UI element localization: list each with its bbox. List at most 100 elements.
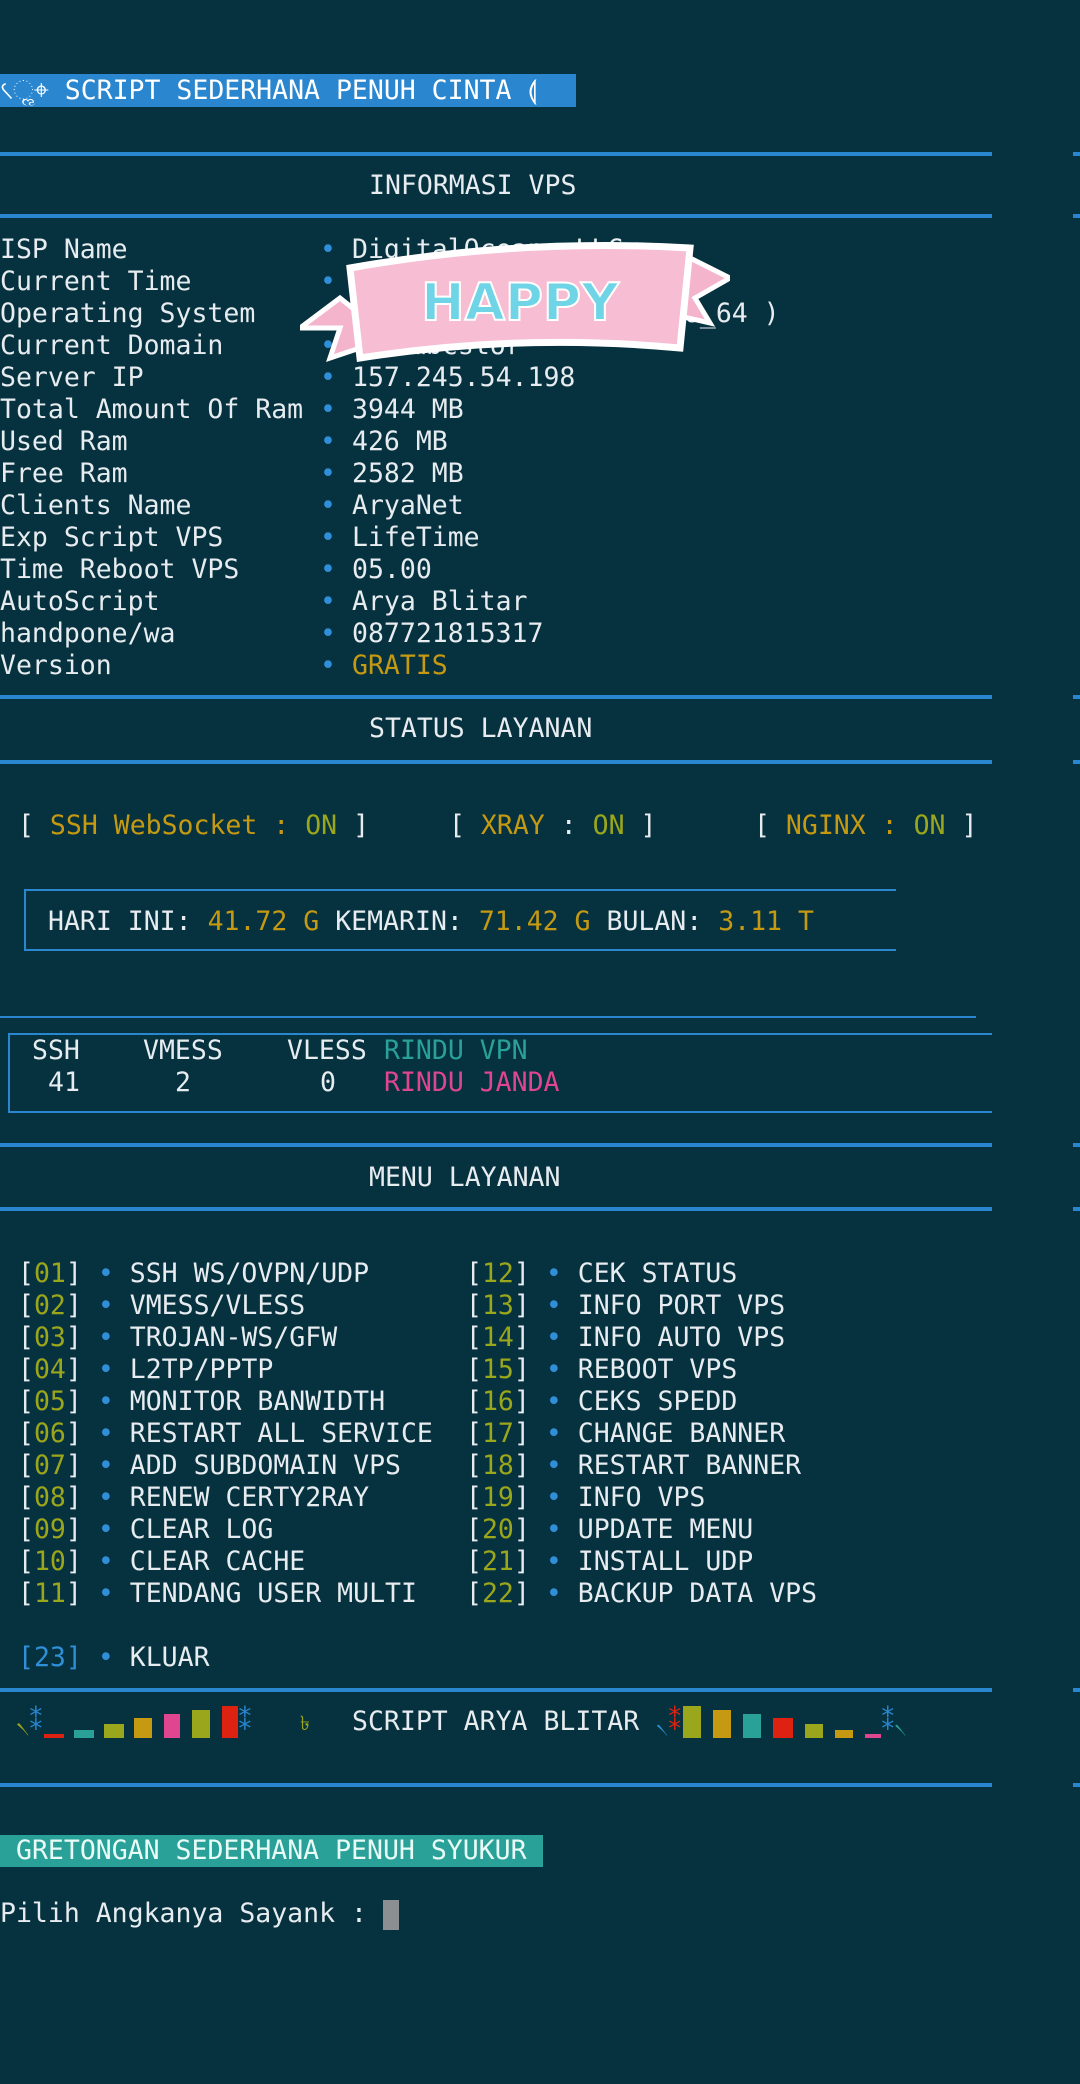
menu-item-number: 11	[33, 1578, 66, 1609]
divider	[0, 695, 992, 699]
divider	[0, 1143, 992, 1147]
bullet-icon: •	[545, 1450, 562, 1481]
menu-item[interactable]: [17] • CHANGE BANNER	[466, 1418, 785, 1450]
service-nginx-status: [ NGINX : ON ]	[754, 810, 978, 841]
bullet-icon: •	[545, 1258, 562, 1289]
menu-item-label: RESTART BANNER	[577, 1450, 802, 1481]
service-xray-status: [ XRAY : ON ]	[449, 810, 657, 841]
bullet-icon: •	[545, 1290, 562, 1321]
menu-item[interactable]: [22] • BACKUP DATA VPS	[466, 1578, 817, 1610]
menu-item-label: TENDANG USER MULTI	[129, 1578, 417, 1609]
equalizer-left-icon: ৲⁑ ⁑	[16, 1706, 252, 1738]
divider	[1073, 695, 1080, 699]
menu-item[interactable]: [05] • MONITOR BANWIDTH	[18, 1386, 385, 1418]
divider	[0, 760, 992, 764]
account-tag-janda: RINDU JANDA	[384, 1067, 560, 1098]
info-value: LifeTime	[352, 522, 480, 553]
bullet-icon: •	[545, 1322, 562, 1353]
menu-item-number: 16	[481, 1386, 514, 1417]
menu-item-number: 06	[33, 1418, 66, 1449]
menu-item-number: 10	[33, 1546, 66, 1577]
menu-item-label: SSH WS/OVPN/UDP	[129, 1258, 370, 1289]
menu-item-number: 08	[33, 1482, 66, 1513]
section-title-menu: MENU LAYANAN	[369, 1162, 561, 1193]
menu-item-label: RENEW CERTY2RAY	[129, 1482, 370, 1513]
menu-item-label: REBOOT VPS	[577, 1354, 738, 1385]
info-label: ISP Name	[0, 234, 128, 265]
menu-item[interactable]: [10] • CLEAR CACHE	[18, 1546, 305, 1578]
bullet-icon: •	[320, 522, 336, 553]
divider	[0, 152, 992, 156]
bullet-icon: •	[320, 650, 336, 681]
menu-item[interactable]: [11] • TENDANG USER MULTI	[18, 1578, 417, 1610]
divider	[1073, 214, 1080, 218]
info-value: 087721815317	[352, 618, 544, 649]
info-label: Used Ram	[0, 426, 128, 457]
bullet-icon: •	[97, 1258, 114, 1289]
menu-item[interactable]: [13] • INFO PORT VPS	[466, 1290, 785, 1322]
banner-title: SCRIPT SEDERHANA PENUH CINTA	[64, 75, 512, 106]
account-header-vless: VLESS	[287, 1035, 367, 1066]
menu-item[interactable]: [12] • CEK STATUS	[466, 1258, 737, 1290]
info-label: AutoScript	[0, 586, 160, 617]
info-label: Free Ram	[0, 458, 128, 489]
info-value: 05.00	[352, 554, 432, 585]
bullet-icon: •	[545, 1514, 562, 1545]
divider	[1073, 760, 1080, 764]
divider	[1073, 1143, 1080, 1147]
bullet-icon: •	[97, 1482, 114, 1513]
footer-banner: GRETONGAN SEDERHANA PENUH SYUKUR	[0, 1835, 543, 1867]
menu-item-label: INFO VPS	[577, 1482, 706, 1513]
bullet-icon: •	[320, 554, 336, 585]
section-title-info: INFORMASI VPS	[369, 170, 577, 201]
info-label: handpone/wa	[0, 618, 176, 649]
menu-item[interactable]: [01] • SSH WS/OVPN/UDP	[18, 1258, 369, 1290]
bullet-icon: •	[545, 1354, 562, 1385]
divider	[1073, 1207, 1080, 1211]
menu-item-number: 09	[33, 1514, 66, 1545]
menu-item[interactable]: [18] • RESTART BANNER	[466, 1450, 801, 1482]
bullet-icon: •	[545, 1482, 562, 1513]
menu-item-label: CEK STATUS	[577, 1258, 738, 1289]
menu-item[interactable]: [20] • UPDATE MENU	[466, 1514, 753, 1546]
menu-item[interactable]: [06] • RESTART ALL SERVICE	[18, 1418, 433, 1450]
menu-item[interactable]: [07] • ADD SUBDOMAIN VPS	[18, 1450, 401, 1482]
service-ssh-status: [ SSH WebSocket : ON ]	[18, 810, 370, 841]
menu-item-label: INFO AUTO VPS	[577, 1322, 786, 1353]
account-count-vmess: 2	[175, 1067, 191, 1098]
menu-item[interactable]: [19] • INFO VPS	[466, 1482, 705, 1514]
menu-item-label: RESTART ALL SERVICE	[129, 1418, 433, 1449]
bullet-icon: •	[97, 1290, 114, 1321]
menu-item-label: CHANGE BANNER	[577, 1418, 786, 1449]
divider	[0, 1688, 992, 1692]
info-label: Current Time	[0, 266, 192, 297]
menu-item[interactable]: [14] • INFO AUTO VPS	[466, 1322, 785, 1354]
divider	[0, 1016, 976, 1018]
menu-item-number: 18	[481, 1450, 514, 1481]
divider	[1073, 1783, 1080, 1787]
menu-item[interactable]: [16] • CEKS SPEDD	[466, 1386, 737, 1418]
menu-item[interactable]: [09] • CLEAR LOG	[18, 1514, 273, 1546]
info-value: GRATIS	[352, 650, 448, 681]
menu-item-label: MONITOR BANWIDTH	[129, 1386, 386, 1417]
ornament-tail-icon: ⟬	[527, 75, 538, 106]
menu-item[interactable]: [02] • VMESS/VLESS	[18, 1290, 305, 1322]
info-label: Clients Name	[0, 490, 192, 521]
menu-item[interactable]: [03] • TROJAN-WS/GFW	[18, 1322, 337, 1354]
menu-item-label: ADD SUBDOMAIN VPS	[129, 1450, 401, 1481]
input-prompt[interactable]: Pilih Angkanya Sayank :	[0, 1898, 399, 1930]
bullet-icon: •	[97, 1386, 114, 1417]
menu-item[interactable]: [15] • REBOOT VPS	[466, 1354, 737, 1386]
bullet-icon: •	[320, 394, 336, 425]
menu-item-number: 07	[33, 1450, 66, 1481]
menu-item[interactable]: [21] • INSTALL UDP	[466, 1546, 753, 1578]
signature-text: SCRIPT ARYA BLITAR	[352, 1706, 640, 1737]
bullet-icon: •	[320, 458, 336, 489]
menu-item[interactable]: [08] • RENEW CERTY2RAY	[18, 1482, 369, 1514]
menu-item-number: 01	[33, 1258, 66, 1289]
bullet-icon: •	[545, 1578, 562, 1609]
menu-item[interactable]: [04] • L2TP/PPTP	[18, 1354, 273, 1386]
account-header-ssh: SSH	[32, 1035, 80, 1066]
equalizer-right-icon: ৲⁑ ⁑৲	[656, 1706, 907, 1738]
menu-item-exit[interactable]: [23] • KLUAR	[18, 1642, 210, 1674]
